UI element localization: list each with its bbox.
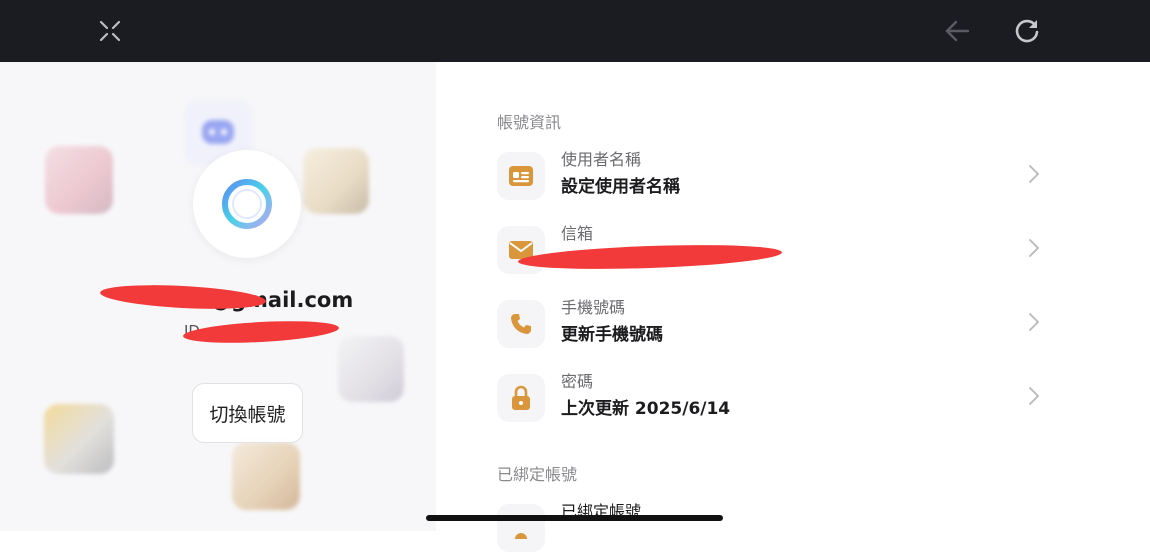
reload-icon (1015, 19, 1039, 43)
phone-value: 更新手機號碼 (561, 325, 663, 345)
top-bar (0, 0, 1150, 62)
arrow-left-icon (945, 20, 970, 42)
redaction-mark (182, 317, 340, 347)
phone-icon-box (497, 300, 545, 348)
close-icon (99, 20, 121, 42)
chevron-right-icon (1029, 387, 1040, 405)
game-icon-blur (232, 442, 300, 510)
lock-icon (512, 385, 530, 410)
game-icon-blur (338, 336, 404, 402)
username-label: 使用者名稱 (561, 150, 642, 169)
linked-account-icon-box (497, 504, 545, 552)
close-button[interactable] (95, 16, 125, 46)
profile-panel: 42@gmail.com ID 切換帳號 (0, 62, 436, 531)
lock-icon-box (497, 374, 545, 422)
game-icon-blur (44, 404, 114, 474)
reload-button[interactable] (1012, 16, 1042, 46)
password-value: 上次更新 2025/6/14 (561, 399, 731, 419)
email-label: 信箱 (561, 224, 594, 243)
avatar (193, 150, 301, 258)
switch-account-button[interactable]: 切換帳號 (192, 383, 303, 443)
username-value: 設定使用者名稱 (561, 177, 680, 197)
password-label: 密碼 (561, 372, 594, 391)
phone-label: 手機號碼 (561, 298, 626, 317)
account-settings-panel: 帳號資訊 使用者名稱 設定使用者名稱 信箱 手機號碼 更新手機號碼 密碼 上次更… (436, 62, 1150, 552)
id-card-icon-box (497, 152, 545, 200)
phone-row[interactable]: 手機號碼 更新手機號碼 (497, 294, 1097, 354)
game-icon-blur (303, 148, 369, 214)
section-title-linked-accounts: 已綁定帳號 (497, 465, 578, 484)
chevron-right-icon (1029, 165, 1040, 183)
chevron-right-icon (1029, 239, 1040, 257)
home-indicator (426, 515, 723, 521)
game-icon-blur (45, 146, 113, 214)
phone-icon (511, 314, 531, 334)
username-row[interactable]: 使用者名稱 設定使用者名稱 (497, 146, 1097, 206)
back-button[interactable] (942, 16, 972, 46)
ring-logo-icon (222, 179, 272, 229)
id-card-icon (509, 166, 533, 186)
password-row[interactable]: 密碼 上次更新 2025/6/14 (497, 368, 1097, 428)
linked-account-row[interactable]: 已綁定帳號 (497, 498, 1097, 558)
section-title-account-info: 帳號資訊 (497, 113, 562, 132)
chevron-right-icon (1029, 313, 1040, 331)
